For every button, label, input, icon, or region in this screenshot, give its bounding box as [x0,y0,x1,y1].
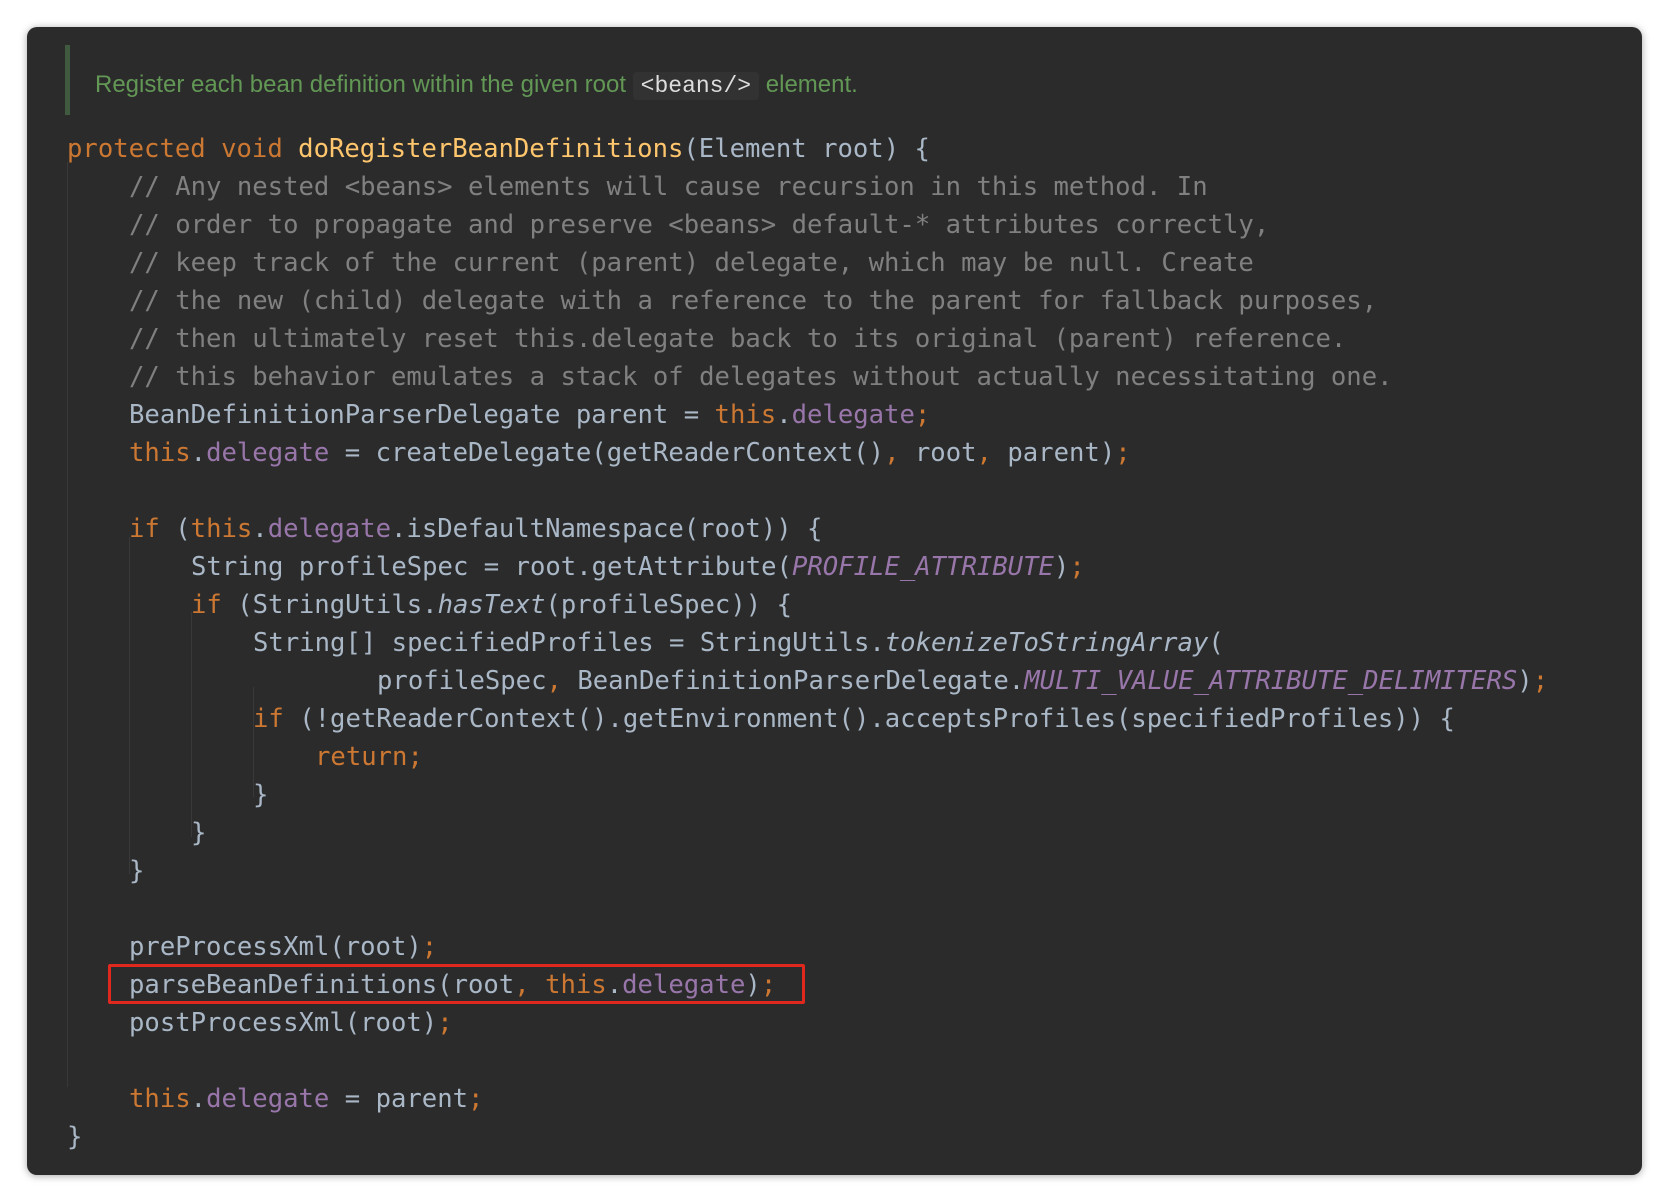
code-line-method-signature: protected void doRegisterBeanDefinitions… [67,134,930,164]
code-closing-brace: } [129,856,145,886]
indent-guide [129,537,130,874]
code-line: String profileSpec = root.getAttribute(P… [191,552,1085,582]
code-closing-brace: } [67,1122,83,1152]
indent-guide [191,612,192,837]
code-comment-line: // keep track of the current (parent) de… [129,248,1254,278]
code-closing-brace: } [253,780,269,810]
doc-comment-code: <beans/> [632,72,760,100]
code-line: preProcessXml(root); [129,932,438,962]
code-comment-line: // this behavior emulates a stack of del… [129,362,1393,392]
doc-comment-block: Register each bean definition within the… [65,45,1570,115]
code-line: if (StringUtils.hasText(profileSpec)) { [191,590,792,620]
code-line: if (this.delegate.isDefaultNamespace(roo… [129,514,823,544]
method-name: doRegisterBeanDefinitions [298,134,684,164]
code-editor-panel: Register each bean definition within the… [27,27,1642,1175]
doc-comment-text: Register each bean definition within the… [95,71,858,100]
code-line: if (!getReaderContext().getEnvironment()… [253,704,1455,734]
code-comment-line: // then ultimately reset this.delegate b… [129,324,1347,354]
code-line: this.delegate = parent; [129,1084,484,1114]
code-comment-line: // order to propagate and preserve <bean… [129,210,1270,240]
code-line: profileSpec, BeanDefinitionParserDelegat… [377,666,1549,696]
code-comment-line: // the new (child) delegate with a refer… [129,286,1378,316]
code-line: String[] specifiedProfiles = StringUtils… [253,628,1224,658]
code-line: return; [315,742,423,772]
indent-guide [67,162,68,1087]
code-line: postProcessXml(root); [129,1008,453,1038]
code-line: this.delegate = createDelegate(getReader… [129,438,1131,468]
highlight-box [108,964,805,1004]
code-line: BeanDefinitionParserDelegate parent = th… [129,400,931,430]
code-closing-brace: } [191,818,207,848]
code-comment-line: // Any nested <beans> elements will caus… [129,172,1208,202]
